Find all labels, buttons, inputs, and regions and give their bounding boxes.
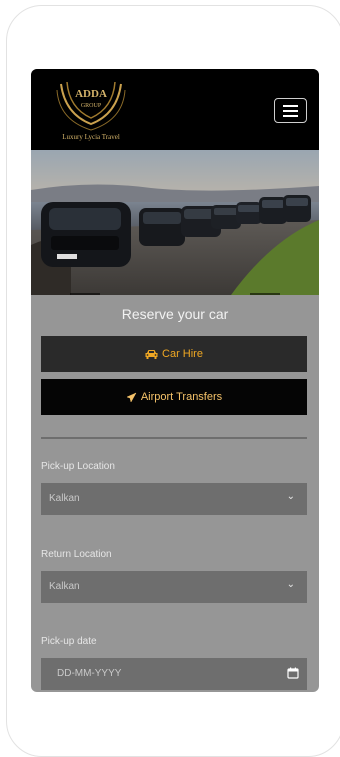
car-hire-label: Car Hire [162, 348, 203, 360]
pickup-date-input[interactable]: DD-MM-YYYY [41, 658, 307, 690]
logo-brand: ADDA [75, 88, 107, 100]
return-location-select[interactable]: Kalkan ⌄ [41, 571, 307, 603]
mobile-screen: ADDA GROUP Luxury Lycia Travel Reserve y… [31, 69, 319, 692]
return-location-label: Return Location [41, 549, 112, 560]
hero-image-vans [31, 150, 319, 295]
pickup-location-select[interactable]: Kalkan ⌄ [41, 483, 307, 515]
site-header: ADDA GROUP Luxury Lycia Travel [31, 69, 319, 150]
calendar-icon[interactable] [287, 667, 299, 682]
menu-icon-bar [283, 110, 298, 112]
chevron-down-icon: ⌄ [286, 579, 295, 590]
airport-transfers-button[interactable]: Airport Transfers [41, 379, 307, 415]
hero-carousel: ← → [31, 150, 319, 295]
plane-icon [126, 391, 137, 403]
chevron-down-icon: ⌄ [286, 491, 295, 502]
airport-transfers-label: Airport Transfers [140, 391, 223, 403]
logo-sub: GROUP [81, 103, 102, 109]
reserve-title: Reserve your car [121, 306, 229, 322]
carousel-next-button[interactable]: → [250, 293, 280, 295]
pickup-date-label: Pick-up date [41, 636, 97, 647]
menu-icon [283, 105, 298, 107]
carousel-prev-button[interactable]: ← [70, 293, 100, 295]
menu-toggle-button[interactable] [274, 98, 307, 123]
pickup-date-placeholder: DD-MM-YYYY [57, 668, 122, 679]
section-divider [41, 437, 307, 439]
pickup-location-value: Kalkan [49, 493, 80, 504]
pickup-location-label: Pick-up Location [41, 461, 115, 472]
adda-group-logo[interactable]: ADDA GROUP Luxury Lycia Travel [43, 76, 143, 144]
car-hire-button[interactable]: Car Hire [41, 336, 307, 372]
return-location-value: Kalkan [49, 581, 80, 592]
menu-icon-bar [283, 115, 298, 117]
car-icon [145, 349, 158, 359]
logo-tagline: Luxury Lycia Travel [62, 133, 120, 141]
